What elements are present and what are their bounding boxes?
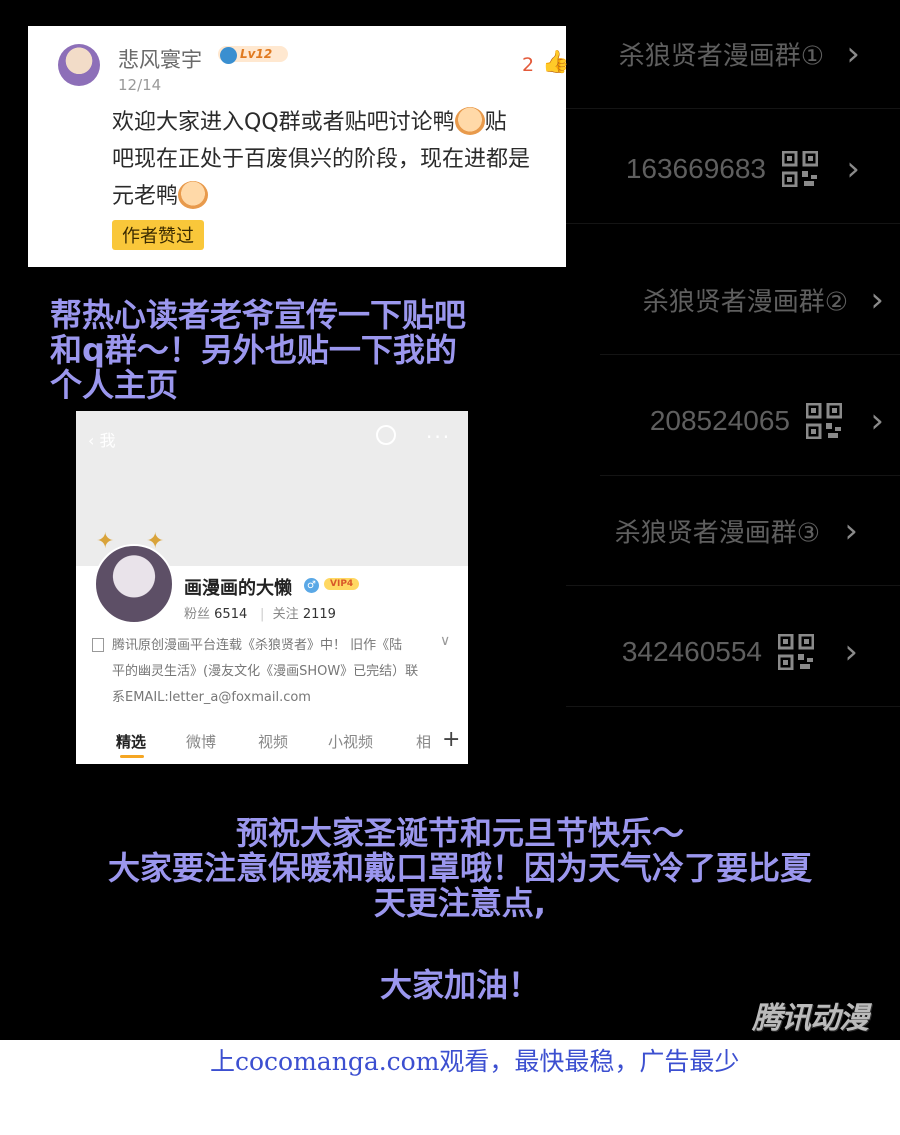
active-tab-indicator xyxy=(120,755,144,758)
following-label: 关注 xyxy=(272,607,299,622)
qr-code-icon[interactable] xyxy=(806,403,842,439)
duck-emoji-icon xyxy=(454,107,485,135)
following-count[interactable]: | 关注 2119 xyxy=(260,603,336,622)
group-name: 杀狼贤者漫画群③ xyxy=(614,518,820,549)
comment-text: 欢迎大家进入QQ群或者贴吧讨论鸭 贴 吧现在正处于百废俱兴的阶段，现在进都是 元老… xyxy=(112,104,562,215)
profile-avatar[interactable] xyxy=(94,544,174,624)
group-number: 208524065 xyxy=(649,405,790,436)
vip-badge[interactable]: VIP4 xyxy=(324,578,360,590)
profile-bio: 腾讯原创漫画平台连载《杀狼贤者》中！ 旧作《陆 平的幽灵生活》(漫友文化《漫画S… xyxy=(112,633,428,711)
bio-line-1: 腾讯原创漫画平台连载《杀狼贤者》中！ 旧作《陆 xyxy=(112,638,403,653)
tencent-comic-watermark: 腾讯动漫 xyxy=(752,1001,869,1036)
level-icon xyxy=(220,47,237,64)
chevron-right-icon: › xyxy=(846,34,860,74)
greeting-line-1: 预祝大家圣诞节和元旦节快乐～ xyxy=(235,814,684,852)
tab-short-video[interactable]: 小视频 xyxy=(328,731,373,752)
chevron-right-icon: › xyxy=(870,401,884,441)
chevron-right-icon: › xyxy=(846,149,860,189)
group-name: 杀狼贤者漫画群② xyxy=(642,287,848,318)
followers-count[interactable]: 粉丝 6514 xyxy=(184,603,247,622)
qr-code-icon[interactable] xyxy=(778,634,814,670)
qr-code-icon[interactable] xyxy=(782,151,818,187)
author-liked-badge: 作者赞过 xyxy=(112,220,204,250)
thumbs-up-icon[interactable]: 👍 xyxy=(542,50,569,75)
comment-line-1b: 贴 xyxy=(484,110,507,135)
group-row-2-name[interactable]: 杀狼贤者漫画群② › xyxy=(600,246,900,355)
group-row-1-name[interactable]: 杀狼贤者漫画群① › xyxy=(566,0,900,109)
chevron-right-icon: › xyxy=(844,632,858,672)
greeting-text: 预祝大家圣诞节和元旦节快乐～ 大家要注意保暖和戴口罩哦！因为天气冷了要比夏 天更… xyxy=(40,816,880,921)
male-icon: ♂ xyxy=(304,578,319,593)
followers-value: 6514 xyxy=(214,607,248,622)
document-icon xyxy=(92,638,104,652)
group-row-1-number[interactable]: 163669683 › xyxy=(566,115,900,224)
more-icon[interactable]: ··· xyxy=(426,425,451,449)
profile-name: 画漫画的大懒 xyxy=(184,578,292,599)
greeting-line-2: 大家要注意保暖和戴口罩哦！因为天气冷了要比夏 xyxy=(107,849,812,887)
back-button[interactable]: ‹ 我 xyxy=(88,427,116,451)
profile-cover xyxy=(76,411,468,566)
group-row-3-number[interactable]: 342460554 › xyxy=(566,598,900,707)
divider: | xyxy=(260,607,273,622)
group-row-2-number[interactable]: 208524065 › xyxy=(600,367,900,476)
comment-card: 悲风寰宇 Lv12 12/14 2 👍 欢迎大家进入QQ群或者贴吧讨论鸭贴 吧现… xyxy=(28,26,569,267)
comment-date: 12/14 xyxy=(118,76,162,94)
comment-line-1: 欢迎大家进入QQ群或者贴吧讨论鸭 xyxy=(112,110,455,135)
like-count: 2 xyxy=(522,54,535,76)
bio-line-2: 平的幽灵生活》(漫友文化《漫画SHOW》已完结）联 xyxy=(112,664,419,679)
group-row-3-name[interactable]: 杀狼贤者漫画群③ › xyxy=(566,477,900,586)
promo-text: 帮热心读者老爷宣传一下贴吧 和q群～！另外也贴一下我的 个人主页 xyxy=(50,298,530,403)
bio-line-3: 系EMAIL:letter_a@foxmail.com xyxy=(112,690,311,705)
group-number: 163669683 xyxy=(625,153,766,184)
footer-text[interactable]: 上cocomanga.com观看，最快最稳，广告最少 xyxy=(210,1042,739,1078)
tab-weibo[interactable]: 微博 xyxy=(186,731,216,752)
chevron-right-icon: › xyxy=(870,280,884,320)
promo-line-3: 个人主页 xyxy=(50,366,179,404)
comment-line-3: 元老鸭 xyxy=(112,184,179,209)
search-icon[interactable] xyxy=(376,425,396,445)
followers-label: 粉丝 xyxy=(184,607,211,622)
tab-video[interactable]: 视频 xyxy=(258,731,288,752)
group-name: 杀狼贤者漫画群① xyxy=(618,41,824,72)
chevron-right-icon: › xyxy=(844,511,858,551)
avatar[interactable] xyxy=(58,44,100,86)
chevron-down-icon[interactable]: ∨ xyxy=(440,633,450,649)
group-number: 342460554 xyxy=(621,636,762,667)
duck-emoji-icon xyxy=(178,181,209,209)
plus-icon[interactable]: + xyxy=(436,727,461,752)
comment-username[interactable]: 悲风寰宇 xyxy=(118,44,202,74)
back-label: 我 xyxy=(99,431,116,450)
profile-card: ‹ 我 ··· ✦ ✦ 画漫画的大懒 ♂ VIP4 粉丝 6514 | 关注 2… xyxy=(76,411,468,764)
promo-line-2: 和q群～！另外也贴一下我的 xyxy=(50,331,457,369)
tab-album[interactable]: 相 xyxy=(416,731,431,752)
greeting-line-3: 天更注意点, xyxy=(373,884,547,922)
comment-line-2: 吧现在正处于百废俱兴的阶段，现在进都是 xyxy=(112,147,531,172)
promo-line-1: 帮热心读者老爷宣传一下贴吧 xyxy=(50,296,467,334)
following-value: 2119 xyxy=(302,607,336,622)
tab-featured[interactable]: 精选 xyxy=(116,731,146,752)
